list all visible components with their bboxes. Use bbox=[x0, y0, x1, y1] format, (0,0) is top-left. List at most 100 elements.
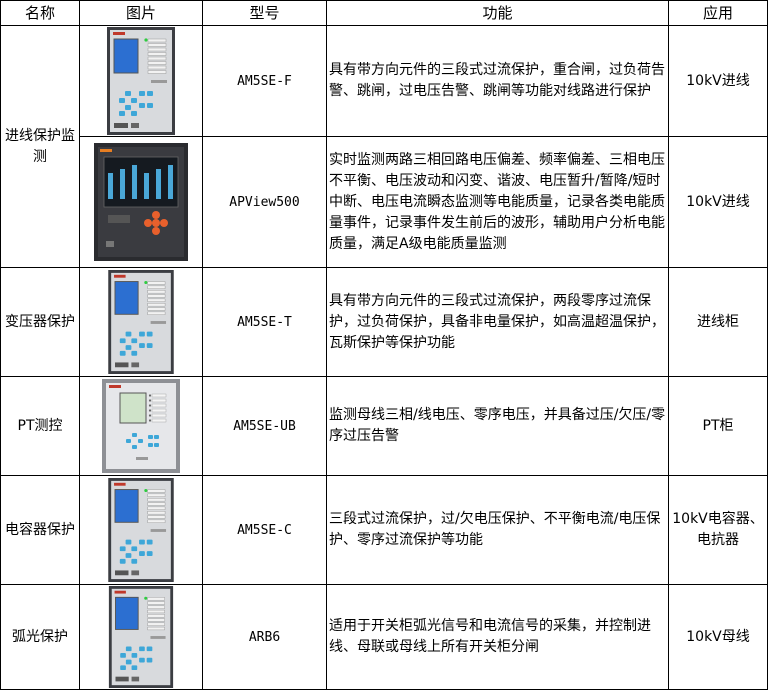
application-cell: PT柜 bbox=[668, 376, 768, 476]
indicator-label bbox=[147, 597, 165, 601]
keypad-button bbox=[139, 646, 145, 652]
indicator-label bbox=[147, 605, 165, 609]
keypad-button bbox=[125, 105, 131, 110]
keypad-button bbox=[148, 435, 153, 439]
keypad-button bbox=[154, 443, 159, 447]
indicator-label bbox=[147, 498, 166, 502]
keypad-button bbox=[139, 539, 145, 545]
keypad-button bbox=[146, 657, 153, 663]
keypad-button bbox=[147, 91, 153, 96]
lcd-screen bbox=[114, 281, 139, 315]
function-cell: 三段式过流保护，过/欠电压保护、不平衡电流/电压保护、零序过流保护等功能 bbox=[326, 475, 669, 585]
status-led bbox=[148, 414, 152, 417]
keypad-button bbox=[119, 338, 126, 344]
application-cell: 10kV进线 bbox=[668, 136, 768, 268]
brand-logo bbox=[100, 149, 112, 152]
keypad-button bbox=[154, 435, 159, 439]
model-cell: APView500 bbox=[202, 136, 327, 268]
keypad-button bbox=[139, 103, 145, 108]
indicator-label bbox=[147, 43, 167, 47]
function-cell: 具有带方向元件的三段式过流保护，重合闸，过负荷告警、跳闸，过电压告警、跳闸等功能… bbox=[326, 25, 669, 137]
indicator-label bbox=[147, 311, 166, 315]
indicator-label bbox=[147, 609, 165, 614]
keypad-button bbox=[125, 646, 132, 652]
keypad-button bbox=[120, 665, 126, 671]
screen-bar bbox=[156, 169, 161, 199]
indicator-label bbox=[147, 65, 167, 70]
port-icon bbox=[131, 570, 140, 576]
brand-logo bbox=[114, 274, 126, 278]
indicator-label bbox=[147, 52, 167, 56]
keypad-button bbox=[119, 546, 126, 552]
indicator-label bbox=[147, 515, 166, 519]
keypad-button bbox=[119, 558, 126, 564]
keypad-button bbox=[146, 646, 153, 652]
keypad-button bbox=[146, 343, 153, 348]
indicator-label bbox=[147, 601, 165, 605]
table-row: APView500 实时监测两路三相回路电压偏差、频率偏差、三相电压不平衡、电压… bbox=[1, 136, 768, 268]
indicator-label bbox=[147, 489, 166, 493]
model-cell: ARB6 bbox=[202, 584, 327, 690]
indicator-label bbox=[147, 61, 167, 65]
lcd-screen bbox=[115, 596, 139, 630]
brand-logo bbox=[114, 590, 126, 594]
indicator-label bbox=[147, 307, 166, 311]
indicator-label bbox=[151, 403, 167, 408]
model-plate bbox=[136, 457, 148, 460]
header-image: 图片 bbox=[79, 0, 203, 26]
lcd-screen bbox=[119, 392, 147, 424]
port-icon bbox=[131, 362, 140, 368]
keypad-button bbox=[139, 331, 145, 337]
keypad-button bbox=[120, 653, 126, 658]
table-row: 弧光保护 ARB6 适用于开关柜弧光信号和电流信号的采集，并控制进线、母联或母线… bbox=[0, 584, 768, 690]
model-plate bbox=[151, 80, 167, 83]
keypad-button bbox=[125, 345, 132, 350]
keypad-button bbox=[139, 91, 145, 96]
keypad-button bbox=[146, 539, 153, 545]
application-cell: 进线柜 bbox=[668, 267, 768, 377]
keypad-button bbox=[152, 211, 160, 219]
keypad-button bbox=[131, 558, 138, 564]
keypad-button bbox=[146, 331, 153, 337]
application-cell: 10kV母线 bbox=[668, 584, 768, 690]
port-icon bbox=[131, 676, 140, 682]
indicator-label bbox=[147, 294, 166, 298]
keypad-button bbox=[131, 350, 138, 356]
keypad-button bbox=[131, 546, 138, 552]
keypad-button bbox=[125, 331, 132, 337]
keypad-button bbox=[138, 439, 143, 443]
status-led bbox=[144, 488, 148, 493]
port-icon bbox=[106, 241, 114, 247]
lcd-screen bbox=[113, 38, 139, 74]
port-icon bbox=[115, 570, 129, 576]
keypad-button bbox=[119, 111, 125, 116]
product-image bbox=[79, 136, 203, 268]
indicator-label bbox=[151, 413, 167, 418]
port-icon bbox=[131, 123, 139, 128]
group-name: 电容器保护 bbox=[0, 475, 80, 585]
keypad-button bbox=[131, 98, 137, 103]
indicator-label bbox=[147, 511, 166, 515]
application-cell: 10kV进线 bbox=[668, 25, 768, 137]
group-name: 变压器保护 bbox=[0, 267, 80, 377]
indicator-label bbox=[147, 614, 165, 618]
status-led bbox=[148, 394, 152, 397]
keypad-button bbox=[125, 553, 132, 558]
keypad-button bbox=[139, 657, 145, 663]
product-image bbox=[79, 376, 203, 476]
port-icon bbox=[115, 676, 129, 682]
keypad-button bbox=[146, 551, 153, 556]
status-led bbox=[144, 596, 148, 600]
model-cell: AM5SE-F bbox=[202, 25, 327, 137]
keypad-button bbox=[148, 443, 153, 447]
header-name: 名称 bbox=[0, 0, 80, 26]
model-cell: AM5SE-C bbox=[202, 475, 327, 585]
port-icon bbox=[114, 123, 128, 128]
keypad-button bbox=[131, 111, 137, 116]
keypad-button bbox=[119, 98, 125, 103]
model-cell: AM5SE-UB bbox=[202, 376, 327, 476]
lcd-screen bbox=[114, 489, 139, 523]
indicator-label bbox=[147, 502, 166, 506]
header-model: 型号 bbox=[202, 0, 327, 26]
function-cell: 适用于开关柜弧光信号和电流信号的采集，并控制进线、母联或母线上所有开关柜分闸 bbox=[326, 584, 669, 690]
